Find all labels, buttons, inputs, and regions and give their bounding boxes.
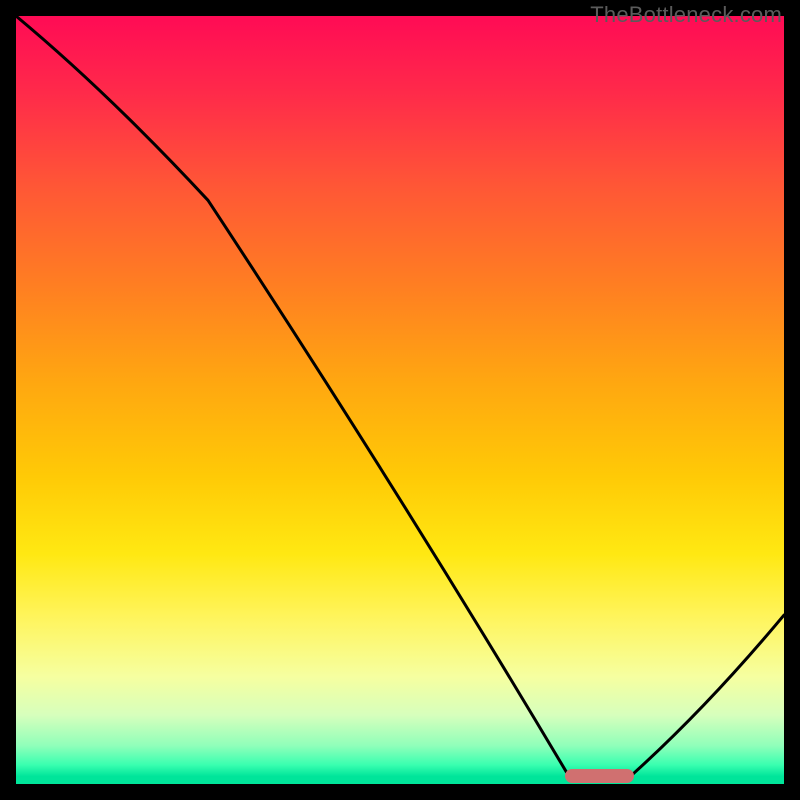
bottleneck-curve <box>16 16 784 784</box>
watermark-text: TheBottleneck.com <box>590 2 782 28</box>
optimal-range-marker <box>565 769 634 783</box>
curve-path <box>16 16 784 776</box>
chart-frame: TheBottleneck.com <box>0 0 800 800</box>
